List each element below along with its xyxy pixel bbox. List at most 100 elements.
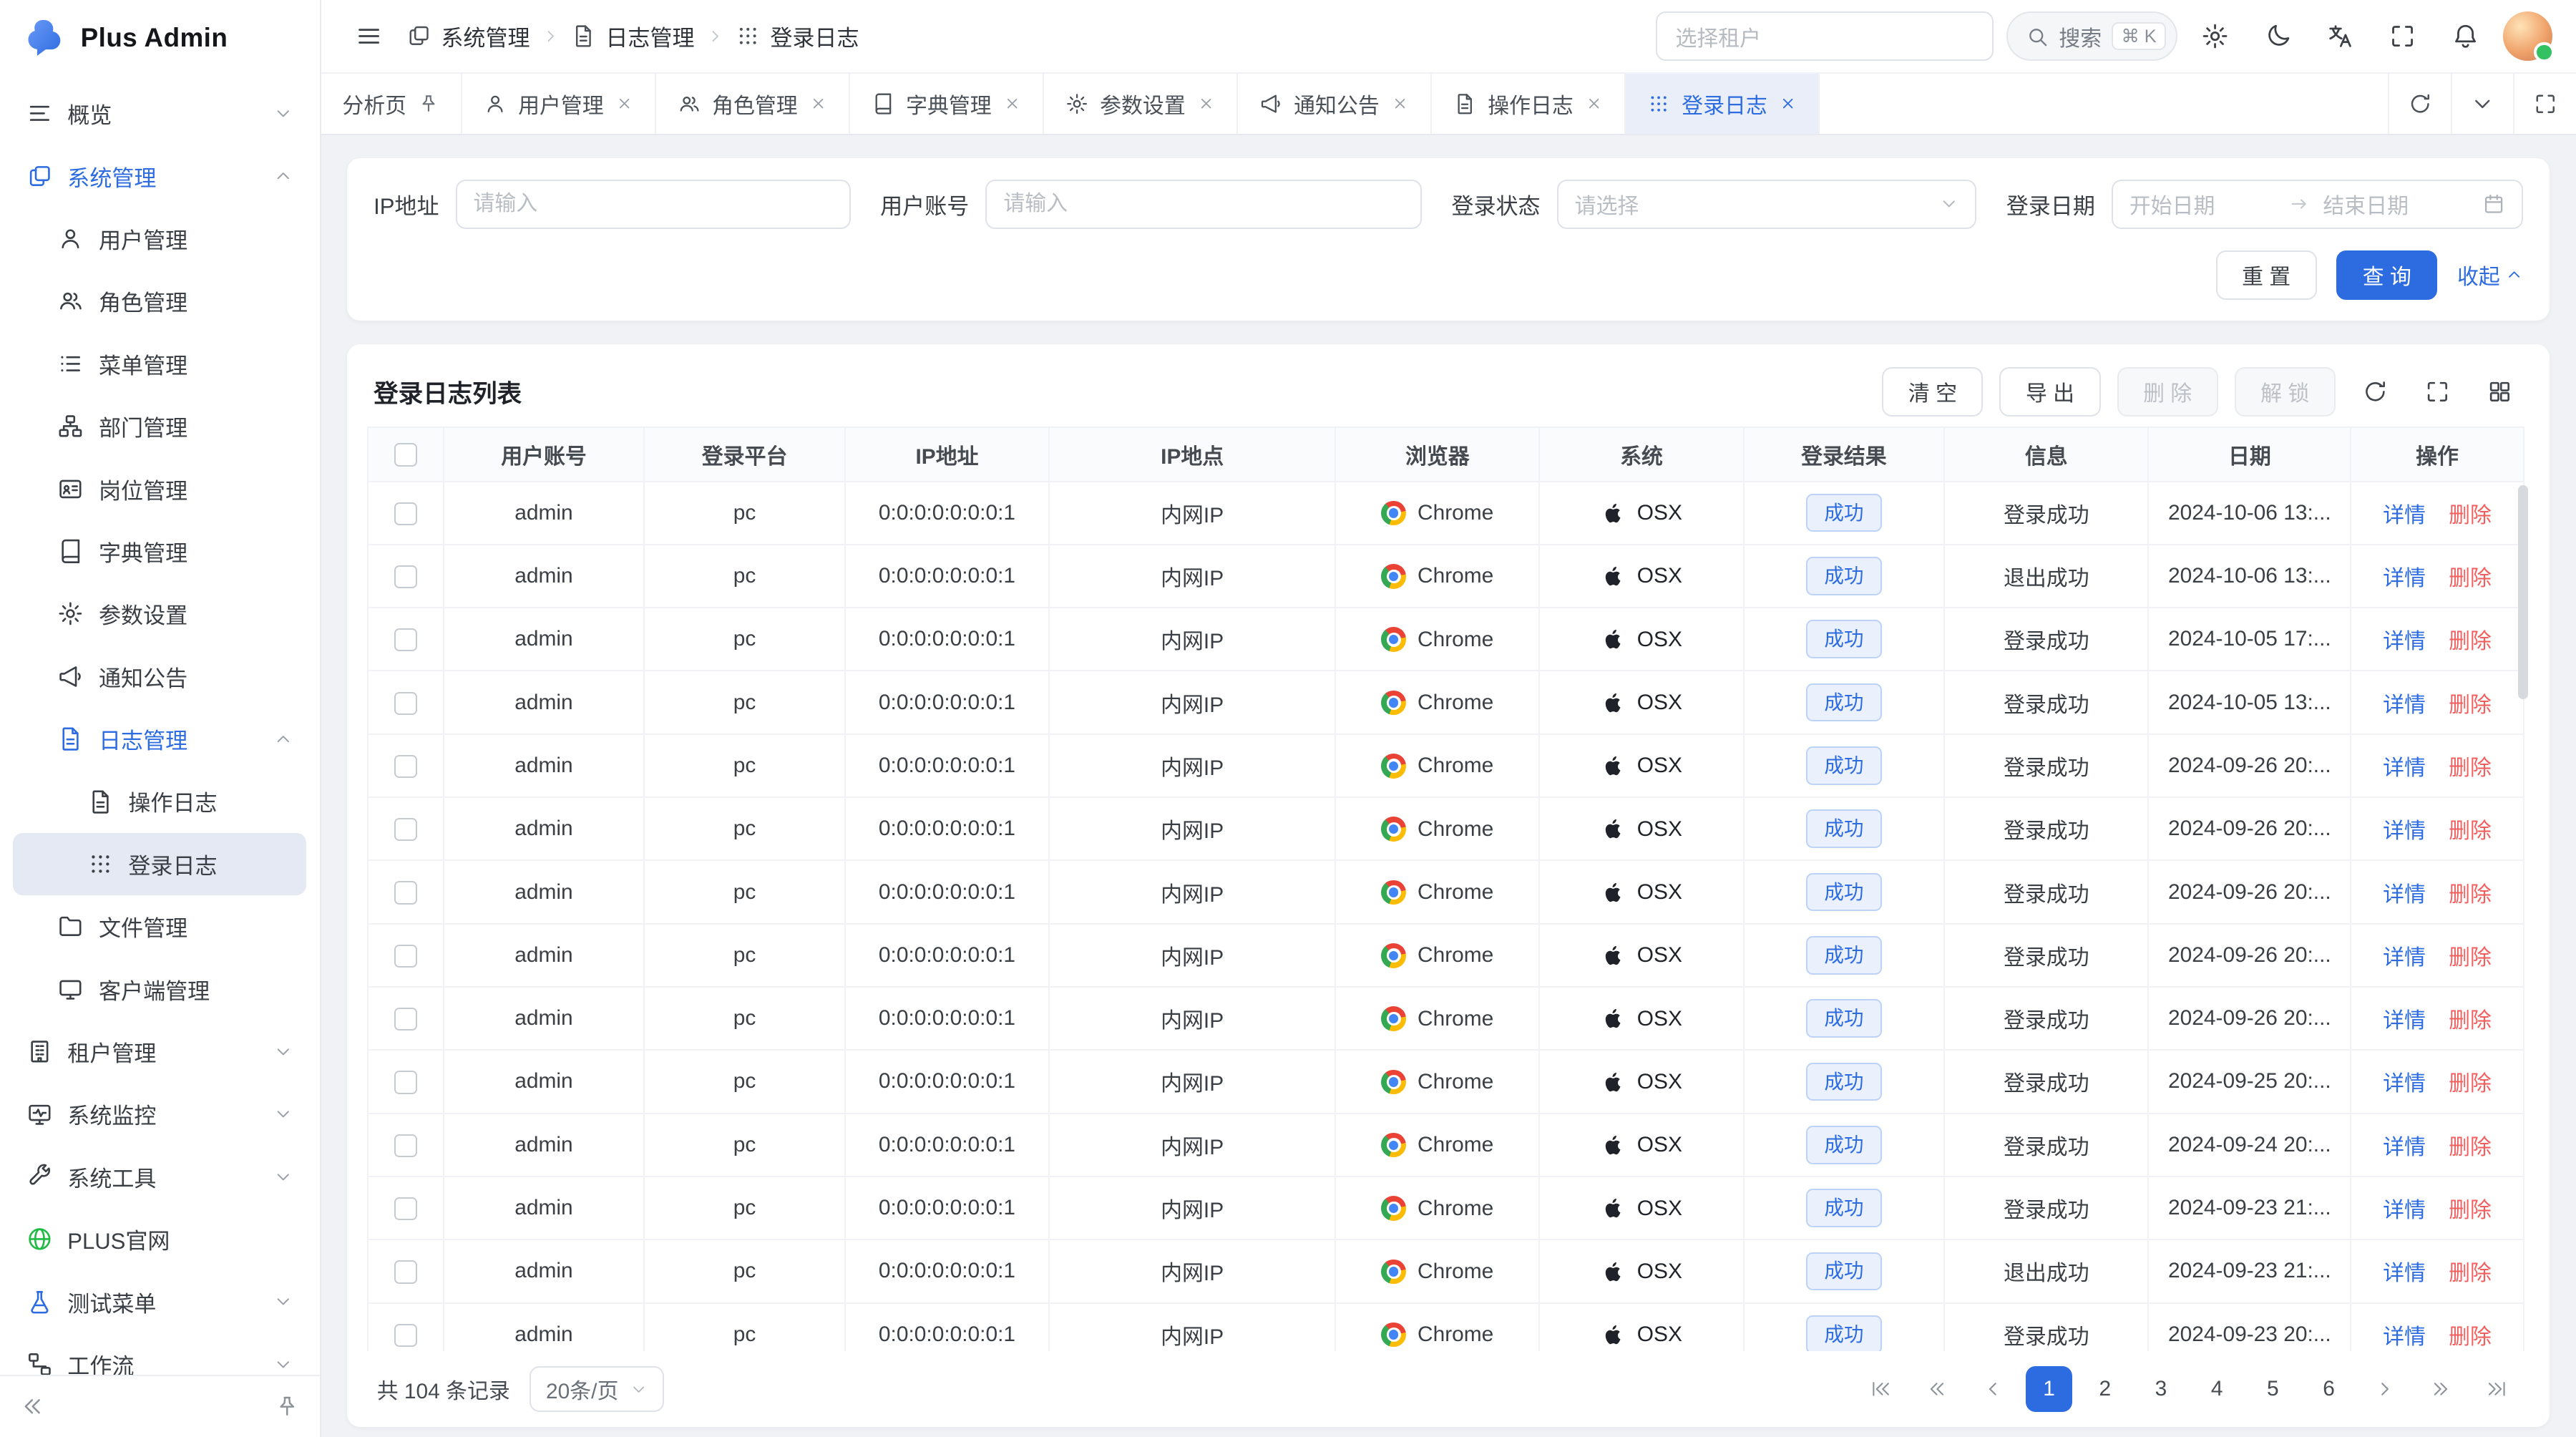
- first-page-button[interactable]: [1858, 1366, 1904, 1412]
- unlock-button[interactable]: 解 锁: [2235, 367, 2336, 417]
- sidebar-item[interactable]: 测试菜单: [13, 1270, 306, 1333]
- detail-link[interactable]: 详情: [2383, 693, 2426, 717]
- avatar[interactable]: [2503, 11, 2552, 61]
- detail-link[interactable]: 详情: [2383, 883, 2426, 907]
- detail-link[interactable]: 详情: [2383, 756, 2426, 780]
- detail-link[interactable]: 详情: [2383, 567, 2426, 590]
- tab[interactable]: 角色管理: [656, 74, 850, 133]
- sidebar-item[interactable]: 字典管理: [13, 520, 306, 583]
- breadcrumb-item[interactable]: 登录日志: [736, 20, 859, 52]
- close-icon[interactable]: [1779, 94, 1797, 112]
- row-checkbox[interactable]: [394, 502, 417, 525]
- reset-button[interactable]: 重 置: [2216, 250, 2317, 300]
- sidebar-item[interactable]: 用户管理: [13, 208, 306, 270]
- select-all-checkbox[interactable]: [394, 443, 417, 466]
- sidebar-item[interactable]: 角色管理: [13, 270, 306, 332]
- close-icon[interactable]: [1003, 94, 1021, 112]
- page-size-select[interactable]: 20条/页: [530, 1366, 664, 1412]
- sidebar-item[interactable]: 系统工具: [13, 1146, 306, 1208]
- close-icon[interactable]: [1391, 94, 1409, 112]
- tab[interactable]: 用户管理: [462, 74, 656, 133]
- detail-link[interactable]: 详情: [2383, 504, 2426, 527]
- delete-link[interactable]: 删除: [2449, 1072, 2492, 1096]
- table-scrollbar[interactable]: [2517, 427, 2529, 1352]
- row-checkbox[interactable]: [394, 755, 417, 778]
- sidebar-item[interactable]: 工作流: [13, 1333, 306, 1375]
- row-checkbox[interactable]: [394, 1260, 417, 1283]
- tenant-select[interactable]: 选择租户: [1656, 11, 1994, 61]
- account-input[interactable]: [985, 180, 1422, 229]
- content-fullscreen-icon[interactable]: [2513, 74, 2575, 133]
- pin-icon[interactable]: [418, 93, 439, 115]
- hamburger-menu-icon[interactable]: [344, 11, 394, 61]
- sidebar-item[interactable]: 菜单管理: [13, 333, 306, 395]
- sidebar-item[interactable]: 登录日志: [13, 833, 306, 895]
- delete-link[interactable]: 删除: [2449, 567, 2492, 590]
- delete-button[interactable]: 删 除: [2117, 367, 2218, 417]
- refresh-tab-icon[interactable]: [2388, 74, 2450, 133]
- delete-link[interactable]: 删除: [2449, 1325, 2492, 1349]
- sidebar-item[interactable]: 系统管理: [13, 145, 306, 207]
- last-page-button[interactable]: [2474, 1366, 2519, 1412]
- search-button[interactable]: 搜索 ⌘ K: [2006, 11, 2177, 61]
- tab-menu-chevron-down-icon[interactable]: [2451, 74, 2513, 133]
- detail-link[interactable]: 详情: [2383, 1136, 2426, 1159]
- status-select[interactable]: 请选择: [1557, 180, 1977, 229]
- tab[interactable]: 登录日志: [1626, 74, 1820, 133]
- sidebar-item[interactable]: 租户管理: [13, 1020, 306, 1083]
- detail-link[interactable]: 详情: [2383, 1072, 2426, 1096]
- page-button[interactable]: 3: [2138, 1366, 2184, 1412]
- sidebar-item[interactable]: 参数设置: [13, 583, 306, 645]
- sidebar-item[interactable]: 部门管理: [13, 395, 306, 457]
- page-button[interactable]: 1: [2026, 1366, 2072, 1412]
- close-icon[interactable]: [1197, 94, 1215, 112]
- row-checkbox[interactable]: [394, 565, 417, 588]
- row-checkbox[interactable]: [394, 881, 417, 904]
- breadcrumb-item[interactable]: 日志管理: [571, 20, 694, 52]
- tab[interactable]: 分析页: [321, 74, 462, 133]
- sidebar-item[interactable]: 文件管理: [13, 895, 306, 958]
- delete-link[interactable]: 删除: [2449, 504, 2492, 527]
- delete-link[interactable]: 删除: [2449, 630, 2492, 653]
- clear-button[interactable]: 清 空: [1882, 367, 1983, 417]
- row-checkbox[interactable]: [394, 1071, 417, 1093]
- collapse-filters-link[interactable]: 收起: [2457, 259, 2523, 291]
- tab[interactable]: 通知公告: [1238, 74, 1432, 133]
- tab[interactable]: 操作日志: [1432, 74, 1626, 133]
- fullscreen-icon[interactable]: [2379, 11, 2428, 61]
- page-button[interactable]: 4: [2194, 1366, 2240, 1412]
- sidebar-item[interactable]: 系统监控: [13, 1083, 306, 1145]
- notifications-bell-icon[interactable]: [2441, 11, 2490, 61]
- row-checkbox[interactable]: [394, 1008, 417, 1031]
- row-checkbox[interactable]: [394, 1134, 417, 1157]
- settings-gear-icon[interactable]: [2190, 11, 2240, 61]
- row-checkbox[interactable]: [394, 692, 417, 715]
- delete-link[interactable]: 删除: [2449, 693, 2492, 717]
- query-button[interactable]: 查 询: [2336, 250, 2437, 300]
- next-page-button[interactable]: [2362, 1366, 2408, 1412]
- translate-icon[interactable]: [2316, 11, 2365, 61]
- sidebar-item[interactable]: 岗位管理: [13, 457, 306, 520]
- sidebar-item[interactable]: 操作日志: [13, 770, 306, 832]
- delete-link[interactable]: 删除: [2449, 946, 2492, 970]
- tab[interactable]: 字典管理: [850, 74, 1044, 133]
- row-checkbox[interactable]: [394, 628, 417, 651]
- delete-link[interactable]: 删除: [2449, 1262, 2492, 1285]
- page-button[interactable]: 5: [2250, 1366, 2296, 1412]
- row-checkbox[interactable]: [394, 1324, 417, 1347]
- sidebar-item[interactable]: 概览: [13, 82, 306, 145]
- dark-mode-moon-icon[interactable]: [2253, 11, 2303, 61]
- row-checkbox[interactable]: [394, 945, 417, 968]
- prev-pages-button[interactable]: [1914, 1366, 1960, 1412]
- export-button[interactable]: 导 出: [1999, 367, 2100, 417]
- close-icon[interactable]: [615, 94, 633, 112]
- tab[interactable]: 参数设置: [1044, 74, 1238, 133]
- column-settings-icon[interactable]: [2477, 369, 2523, 414]
- sidebar-item[interactable]: PLUS官网: [13, 1208, 306, 1270]
- detail-link[interactable]: 详情: [2383, 1262, 2426, 1285]
- close-icon[interactable]: [1585, 94, 1603, 112]
- date-range-picker[interactable]: 开始日期 结束日期: [2112, 180, 2523, 229]
- page-button[interactable]: 6: [2306, 1366, 2351, 1412]
- collapse-sidebar-button[interactable]: [20, 1394, 45, 1419]
- prev-page-button[interactable]: [1970, 1366, 2016, 1412]
